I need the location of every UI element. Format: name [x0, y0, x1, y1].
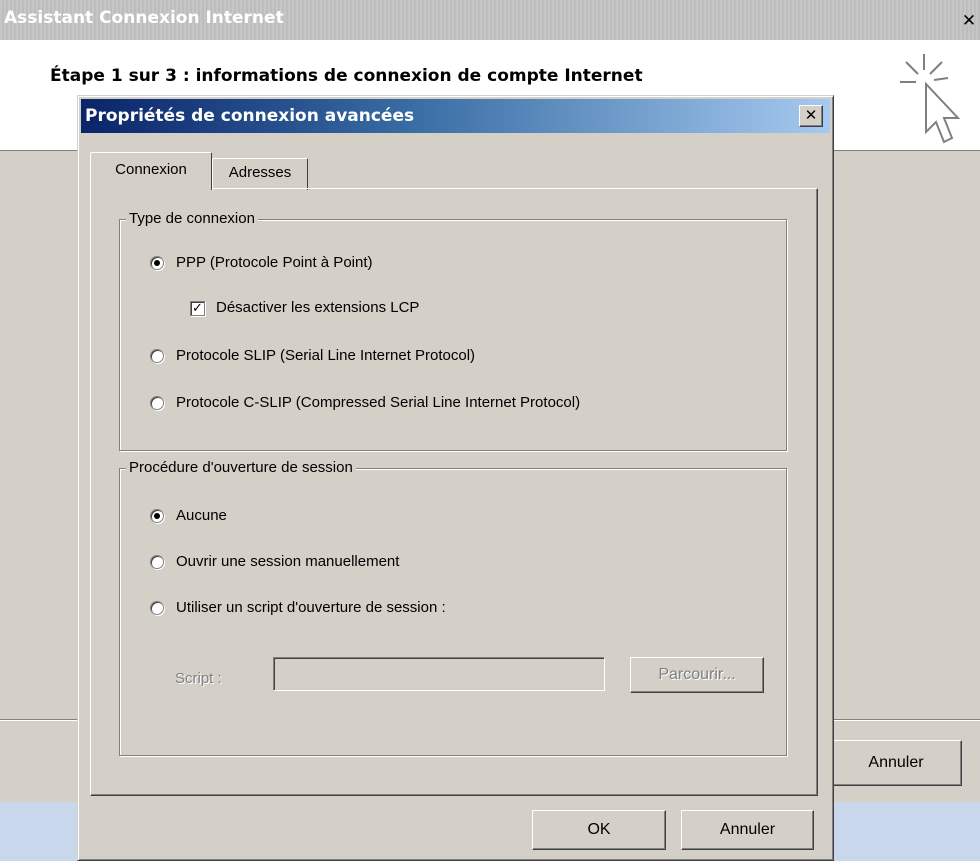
logon-procedure-group: Procédure d'ouverture de session Aucune …: [119, 458, 787, 756]
manual-logon-radio[interactable]: [150, 555, 164, 569]
tab-connexion[interactable]: Connexion: [90, 152, 212, 190]
wizard-cancel-button[interactable]: Annuler: [830, 740, 962, 786]
tab-panel-connexion: Type de connexion PPP (Protocole Point à…: [90, 188, 818, 796]
cslip-radio[interactable]: [150, 396, 164, 410]
lcp-checkbox[interactable]: ✓: [190, 301, 205, 316]
advanced-properties-dialog: Propriétés de connexion avancées ✕ Conne…: [77, 95, 834, 861]
script-input[interactable]: [273, 657, 605, 691]
logon-procedure-legend: Procédure d'ouverture de session: [126, 458, 356, 478]
ok-button[interactable]: OK: [532, 810, 666, 850]
tab-adresses[interactable]: Adresses: [212, 158, 308, 190]
wizard-close-icon[interactable]: ✕: [958, 11, 980, 31]
connection-type-group: Type de connexion PPP (Protocole Point à…: [119, 209, 787, 451]
dialog-titlebar[interactable]: Propriétés de connexion avancées ✕: [81, 99, 830, 133]
ppp-radio[interactable]: [150, 256, 164, 270]
lcp-label[interactable]: Désactiver les extensions LCP: [216, 298, 419, 318]
none-radio[interactable]: [150, 509, 164, 523]
dialog-close-icon[interactable]: ✕: [799, 105, 823, 127]
script-label: Script :: [175, 670, 222, 687]
wizard-step-heading: Étape 1 sur 3 : informations de connexio…: [50, 66, 643, 86]
dialog-title: Propriétés de connexion avancées: [85, 106, 415, 126]
wizard-titlebar: Assistant Connexion Internet ✕: [0, 0, 980, 40]
none-label[interactable]: Aucune: [176, 506, 227, 526]
wizard-cursor-icon: [900, 54, 961, 144]
connection-type-legend: Type de connexion: [126, 209, 258, 229]
manual-logon-label[interactable]: Ouvrir une session manuellement: [176, 552, 399, 572]
wizard-title: Assistant Connexion Internet: [4, 8, 284, 28]
script-logon-label[interactable]: Utiliser un script d'ouverture de sessio…: [176, 598, 446, 618]
ppp-label[interactable]: PPP (Protocole Point à Point): [176, 253, 373, 273]
dialog-cancel-button[interactable]: Annuler: [681, 810, 814, 850]
slip-label[interactable]: Protocole SLIP (Serial Line Internet Pro…: [176, 346, 475, 366]
script-logon-radio[interactable]: [150, 601, 164, 615]
cslip-label[interactable]: Protocole C-SLIP (Compressed Serial Line…: [176, 393, 580, 413]
slip-radio[interactable]: [150, 349, 164, 363]
browse-button[interactable]: Parcourir...: [630, 657, 764, 693]
